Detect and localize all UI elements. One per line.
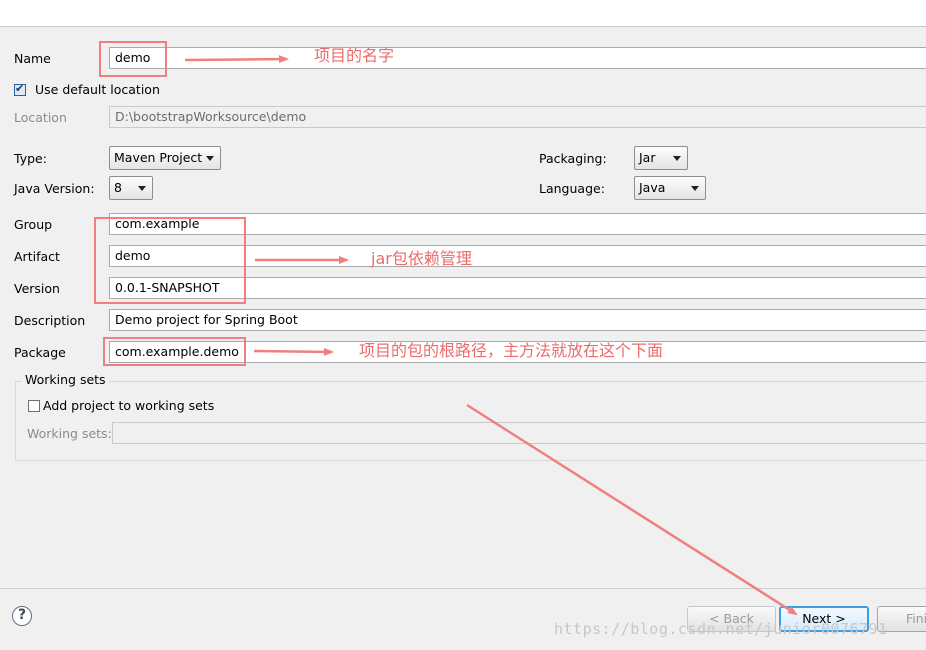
package-arrow [253, 347, 334, 356]
jar-annotation: jar包依赖管理 [371, 249, 472, 268]
name-arrow [184, 55, 289, 64]
name-annotation: 项目的名字 [314, 46, 395, 65]
annotation-arrows [184, 55, 798, 616]
package-annotation: 项目的包的根路径，主方法就放在这个下面 [359, 341, 664, 360]
watermark: https://blog.csdn.net/junior0076791 [554, 620, 888, 638]
next-arrow [466, 403, 798, 616]
